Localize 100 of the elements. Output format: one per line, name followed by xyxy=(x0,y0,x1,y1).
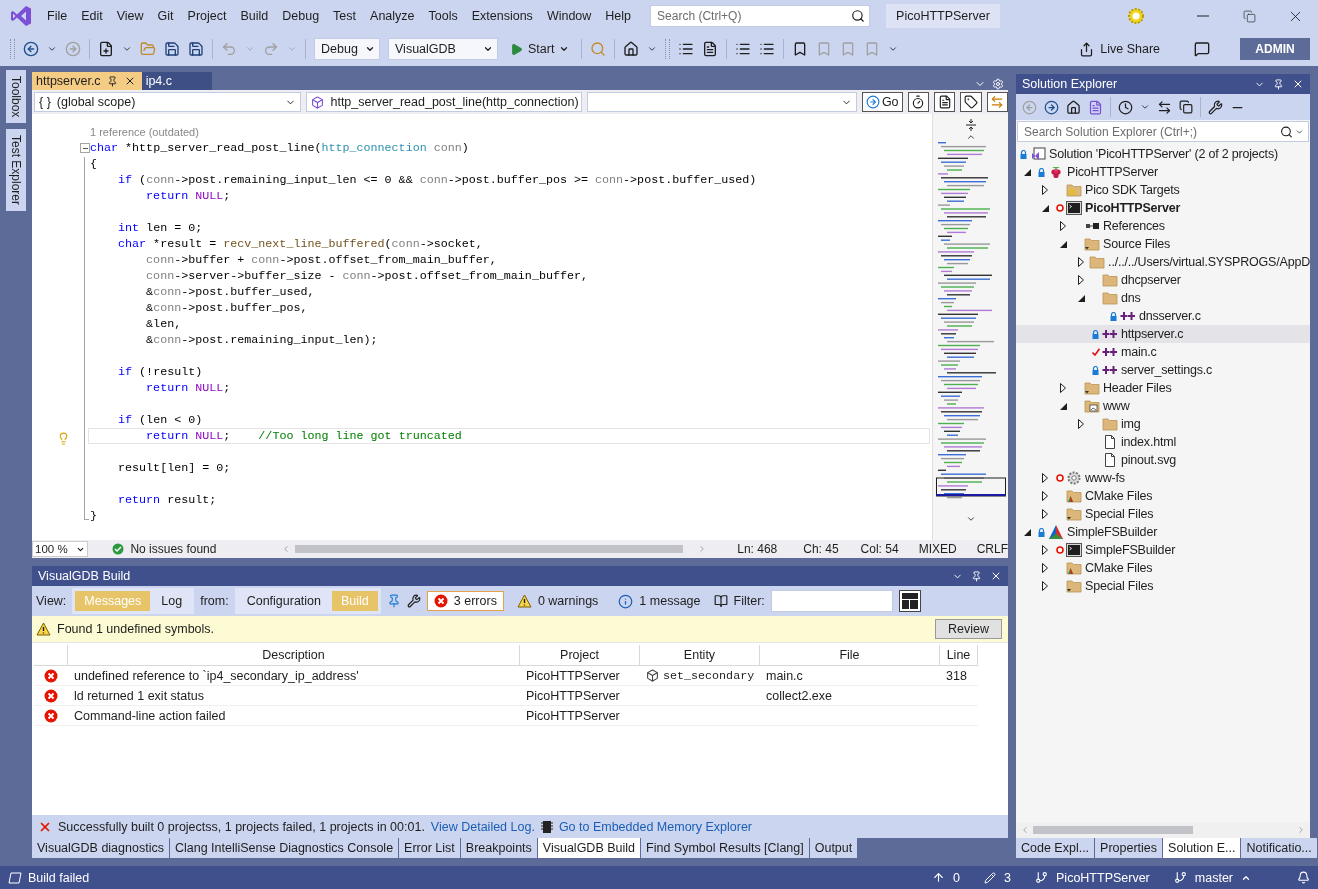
account-button[interactable]: ADMIN xyxy=(1240,38,1310,60)
caret-icon[interactable] xyxy=(647,44,658,54)
clear-pin-icon[interactable] xyxy=(386,594,401,608)
column-header[interactable]: Line xyxy=(940,645,978,666)
layout-button[interactable] xyxy=(898,590,921,612)
tool-tab[interactable]: Notificatio... xyxy=(1241,838,1317,858)
caret-icon[interactable] xyxy=(47,44,57,54)
timer-button[interactable] xyxy=(907,92,929,112)
fold-icon[interactable] xyxy=(80,143,90,153)
menu-item[interactable]: Git xyxy=(150,5,181,27)
tool-tab[interactable]: Solution E... xyxy=(1163,838,1241,858)
tree-item[interactable]: SimpleFSBuilder xyxy=(1016,523,1310,541)
collapsed-icon[interactable] xyxy=(1042,563,1048,573)
new-file-icon[interactable] xyxy=(98,41,114,57)
collapsed-icon[interactable] xyxy=(1042,491,1048,501)
tree-item[interactable]: PicoHTTPServer xyxy=(1016,199,1310,217)
caret-icon[interactable] xyxy=(1140,102,1150,112)
memory-explorer-link[interactable]: Go to Embedded Memory Explorer xyxy=(558,819,752,834)
collapsed-icon[interactable] xyxy=(1042,581,1048,591)
save-all-icon[interactable] xyxy=(188,41,204,57)
count-filter[interactable]: 1 message xyxy=(611,590,708,612)
hierarchy-button[interactable] xyxy=(986,92,1008,112)
tool-tab[interactable]: Error List xyxy=(399,838,460,858)
menu-item[interactable]: Build xyxy=(233,5,276,27)
tree-item[interactable]: dnsserver.c xyxy=(1016,307,1310,325)
column-header[interactable]: Project xyxy=(520,645,640,666)
collapsed-icon[interactable] xyxy=(1042,185,1048,195)
menu-item[interactable]: File xyxy=(40,5,75,27)
feedback-icon[interactable] xyxy=(1194,41,1210,57)
pin-icon[interactable] xyxy=(1273,78,1284,90)
tool-tab[interactable]: Clang IntelliSense Diagnostics Console xyxy=(169,838,399,858)
tree-item[interactable]: Pico SDK Targets xyxy=(1016,181,1310,199)
tree-item[interactable]: main.c xyxy=(1016,343,1310,361)
collapsed-icon[interactable] xyxy=(1078,419,1084,429)
sync-document-icon[interactable] xyxy=(1088,99,1103,115)
gear-icon[interactable] xyxy=(1126,6,1146,26)
tree-item[interactable]: dhcpserver xyxy=(1016,271,1310,289)
column-header[interactable]: Description xyxy=(68,645,520,666)
document-button[interactable] xyxy=(933,92,956,112)
log-link[interactable]: View Detailed Log. xyxy=(430,819,535,834)
side-tab[interactable]: Toolbox xyxy=(6,70,26,124)
tree-item[interactable]: www xyxy=(1016,397,1310,415)
side-tab[interactable]: Test Explorer xyxy=(6,129,26,212)
caret-icon[interactable] xyxy=(888,44,899,54)
collapsed-icon[interactable] xyxy=(1042,509,1048,519)
sync-icon[interactable] xyxy=(1157,99,1172,115)
repository-name[interactable]: PicoHTTPServer xyxy=(1035,870,1150,885)
tool-tab[interactable]: VisualGDB Build xyxy=(537,838,640,858)
tree-item[interactable]: Header Files xyxy=(1016,379,1310,397)
tool-tab[interactable]: Output xyxy=(809,838,858,858)
tool-tab[interactable]: Code Expl... xyxy=(1016,838,1095,858)
indent-icon[interactable] xyxy=(678,41,695,57)
scroll-up-icon[interactable] xyxy=(965,132,976,142)
search-field[interactable]: Search Solution Explorer (Ctrl+;) xyxy=(1017,121,1309,142)
tree-item[interactable]: CMake Files xyxy=(1016,487,1310,505)
filter-field[interactable] xyxy=(770,590,893,612)
tree-item[interactable]: Source Files xyxy=(1016,235,1310,253)
caret-icon[interactable] xyxy=(122,44,132,54)
start-button[interactable]: Start xyxy=(506,40,574,58)
document-tab[interactable]: httpserver.c xyxy=(32,72,142,90)
expanded-icon[interactable] xyxy=(1024,528,1031,536)
pin-icon[interactable] xyxy=(971,570,982,582)
collapsed-icon[interactable] xyxy=(1078,257,1084,267)
tree-item[interactable]: ../../../Users/virtual.SYSPROGS/AppD xyxy=(1016,253,1310,271)
tree-item[interactable]: PicoHTTPServer xyxy=(1016,163,1310,181)
review-button[interactable]: Review xyxy=(935,619,1002,639)
menu-item[interactable]: Tools xyxy=(421,5,465,27)
close-icon[interactable] xyxy=(1292,78,1304,90)
menu-item[interactable]: Extensions xyxy=(464,5,540,27)
list-icon[interactable] xyxy=(735,41,752,57)
tree-item[interactable]: References xyxy=(1016,217,1310,235)
tree-item[interactable]: SimpleFSBuilder xyxy=(1016,541,1310,559)
collapse-icon[interactable] xyxy=(1179,100,1193,114)
tool-tab[interactable]: Properties xyxy=(1095,838,1163,858)
go-button[interactable]: Go xyxy=(861,92,903,112)
tree-item[interactable]: img xyxy=(1016,415,1310,433)
expanded-icon[interactable] xyxy=(1024,168,1031,176)
split-icon[interactable] xyxy=(964,118,977,132)
menu-item[interactable]: Debug xyxy=(275,5,327,27)
tree-item[interactable]: CMake Files xyxy=(1016,559,1310,577)
horizontal-scrollbar[interactable] xyxy=(1016,822,1310,838)
collapsed-icon[interactable] xyxy=(1060,221,1066,231)
expanded-icon[interactable] xyxy=(1060,402,1067,410)
menu-item[interactable]: Analyze xyxy=(363,5,422,27)
home-icon[interactable] xyxy=(623,41,640,57)
tree-item[interactable]: index.html xyxy=(1016,433,1310,451)
configuration-dropdown[interactable]: Debug xyxy=(314,38,380,60)
menu-item[interactable]: Project xyxy=(180,5,234,27)
code-lens[interactable]: 1 reference (outdated) xyxy=(88,126,932,140)
column-header[interactable]: Entity xyxy=(640,645,760,666)
tree-item[interactable]: server_settings.c xyxy=(1016,361,1310,379)
home-icon[interactable] xyxy=(1066,99,1081,115)
column-header[interactable]: File xyxy=(760,645,940,666)
menu-item[interactable]: Help xyxy=(598,5,639,27)
search-field[interactable]: Search (Ctrl+Q) xyxy=(650,5,871,27)
save-icon[interactable] xyxy=(164,41,180,57)
tree-item[interactable]: pinout.svg xyxy=(1016,451,1310,469)
menu-item[interactable]: Test xyxy=(326,5,364,27)
scope-dropdown[interactable]: { } (global scope) xyxy=(34,92,302,112)
push-count[interactable]: 0 xyxy=(932,870,961,885)
